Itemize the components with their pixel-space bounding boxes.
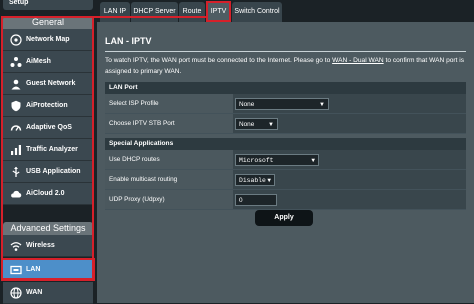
apply-button[interactable]: Apply (255, 210, 313, 226)
sidebar-item-adaptive-qos[interactable]: Adaptive QoS (3, 117, 93, 139)
multicast-select[interactable]: Disable ▼ (235, 173, 275, 186)
page-title: LAN - IPTV (105, 36, 152, 46)
sidebar-item-traffic-analyzer[interactable]: Traffic Analyzer (3, 139, 93, 161)
sidebar-item-label: USB Application (26, 168, 81, 175)
isp-profile-label: Select ISP Profile (105, 94, 233, 113)
aimesh-icon (9, 55, 22, 68)
sidebar-item-label: Adaptive QoS (26, 124, 72, 131)
chevron-down-icon: ▼ (311, 156, 315, 164)
isp-profile-select[interactable]: None ▼ (235, 97, 329, 110)
sidebar-item-label: AiMesh (26, 58, 51, 65)
traffic-analyzer-icon (9, 143, 22, 156)
dhcp-routes-row: Use DHCP routes Microsoft ▼ (105, 150, 466, 170)
title-divider (105, 51, 466, 52)
chevron-down-icon: ▼ (267, 176, 271, 184)
sidebar-item-wireless[interactable]: Wireless (3, 235, 93, 257)
special-applications-header: Special Applications (105, 138, 466, 150)
chevron-down-icon: ▼ (319, 101, 325, 108)
sidebar-item-label: Network Map (26, 36, 70, 43)
sidebar-item-label: WAN (26, 289, 43, 296)
wan-icon (9, 286, 22, 299)
isp-profile-value: None (239, 100, 255, 108)
sidebar-item-label: Traffic Analyzer (26, 146, 78, 153)
sidebar-item-network-map[interactable]: Network Map (3, 29, 93, 51)
udp-proxy-label: UDP Proxy (Udpxy) (105, 190, 233, 209)
sidebar-item-guest-network[interactable]: Guest Network (3, 73, 93, 95)
stb-port-row: Choose IPTV STB Port None ▼ (105, 114, 466, 134)
sidebar-item-label: AiCloud 2.0 (26, 190, 65, 197)
multicast-row: Enable multicast routing Disable ▼ (105, 170, 466, 190)
stb-port-value: None (239, 120, 255, 128)
sidebar-item-aiprotection[interactable]: AiProtection (3, 95, 93, 117)
sidebar-item-label: AiProtection (26, 102, 68, 109)
main-content: LAN - IPTV To watch IPTV, the WAN port m… (97, 22, 474, 303)
lan-port-header: LAN Port (105, 82, 466, 94)
dhcp-routes-select[interactable]: Microsoft ▼ (235, 153, 319, 166)
stb-port-label: Choose IPTV STB Port (105, 114, 233, 133)
tab-iptv[interactable]: IPTV (207, 2, 230, 22)
multicast-value: Disable (239, 176, 266, 184)
sidebar-item-aimesh[interactable]: AiMesh (3, 51, 93, 73)
stb-port-select[interactable]: None ▼ (235, 117, 278, 130)
udp-proxy-row: UDP Proxy (Udpxy) 0 (105, 190, 466, 210)
dual-wan-link[interactable]: WAN - Dual WAN (332, 57, 384, 64)
aicloud-icon (9, 187, 22, 200)
sidebar-item-label: Wireless (26, 242, 55, 249)
sidebar-item-wan[interactable]: WAN (3, 282, 93, 304)
sidebar-item-label: Guest Network (26, 80, 76, 87)
isp-profile-row: Select ISP Profile None ▼ (105, 94, 466, 114)
sidebar-general-header: General (3, 16, 93, 29)
page-description: To watch IPTV, the WAN port must be conn… (105, 55, 465, 77)
wireless-icon (9, 239, 22, 252)
tab-lan-ip[interactable]: LAN IP (100, 2, 130, 22)
usb-application-icon (9, 165, 22, 178)
udp-proxy-input[interactable]: 0 (235, 193, 277, 206)
highlight-connector-line (93, 16, 206, 18)
network-map-icon (9, 33, 22, 46)
tab-route[interactable]: Route (179, 2, 205, 22)
guest-network-icon (9, 77, 22, 90)
sidebar-item-setup[interactable]: Setup (3, 0, 93, 10)
sidebar-item-label: LAN (26, 266, 41, 273)
aiprotection-icon (9, 99, 22, 112)
dhcp-routes-value: Microsoft (239, 156, 274, 164)
lan-icon (9, 263, 22, 276)
special-applications-section: Special Applications Use DHCP routes Mic… (105, 138, 466, 210)
chevron-down-icon: ▼ (268, 121, 274, 128)
adaptive-qos-icon (9, 121, 22, 134)
lan-port-section: LAN Port Select ISP Profile None ▼ Choose… (105, 82, 466, 134)
sidebar-item-lan[interactable]: LAN (3, 259, 93, 281)
sidebar-advanced-header: Advanced Settings (3, 222, 93, 235)
description-text: To watch IPTV, the WAN port must be conn… (105, 57, 333, 64)
sidebar-item-usb-application[interactable]: USB Application (3, 161, 93, 183)
tab-switch-control[interactable]: Switch Control (232, 2, 282, 22)
multicast-label: Enable multicast routing (105, 170, 233, 189)
tab-dhcp-server[interactable]: DHCP Server (131, 2, 178, 22)
sidebar-item-aicloud[interactable]: AiCloud 2.0 (3, 183, 93, 205)
sidebar: Setup General Network Map AiMesh Guest N… (0, 0, 97, 304)
dhcp-routes-label: Use DHCP routes (105, 150, 233, 169)
